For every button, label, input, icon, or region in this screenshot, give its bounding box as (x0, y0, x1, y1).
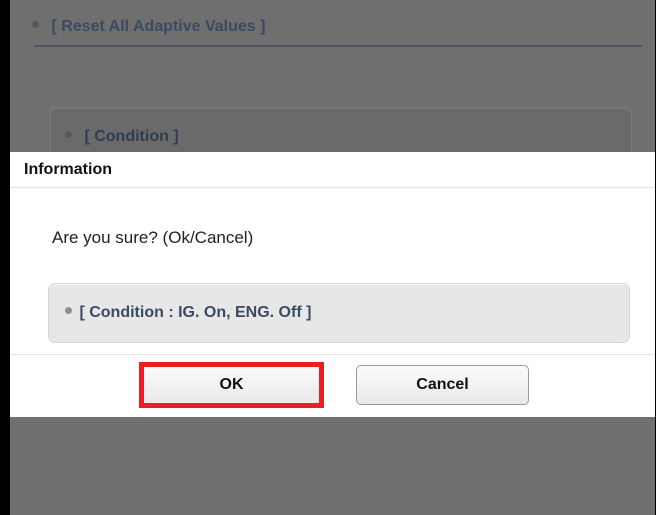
app-screen: [ Reset All Adaptive Values ] [ Conditio… (10, 0, 655, 515)
condition-text: [ Condition : IG. On, ENG. Off ] (79, 304, 312, 321)
background-section-title: [ Reset All Adaptive Values ] (32, 18, 265, 36)
bullet-icon (32, 21, 39, 29)
background-divider (34, 45, 642, 47)
dialog-footer-divider (10, 354, 655, 355)
condition-box: [ Condition : IG. On, ENG. Off ] (48, 283, 630, 343)
condition-bullet-icon (65, 307, 72, 315)
dialog-title: Information (10, 152, 655, 188)
screenshot-frame: [ Reset All Adaptive Values ] [ Conditio… (0, 0, 656, 515)
dialog-title-text: Information (24, 160, 112, 178)
background-card-title-text: [ Condition ] (84, 128, 179, 145)
bullet-icon (65, 131, 72, 139)
cancel-button[interactable]: Cancel (356, 365, 529, 405)
condition-text-row: [ Condition : IG. On, ENG. Off ] (65, 304, 311, 322)
information-dialog: Information Are you sure? (Ok/Cancel) [ … (10, 152, 655, 417)
background-bottom-area (10, 417, 655, 515)
background-section-title-text: [ Reset All Adaptive Values ] (51, 18, 266, 35)
ok-button[interactable]: OK (142, 365, 321, 405)
dialog-message: Are you sure? (Ok/Cancel) (52, 228, 254, 247)
background-card-title: [ Condition ] (65, 128, 179, 146)
